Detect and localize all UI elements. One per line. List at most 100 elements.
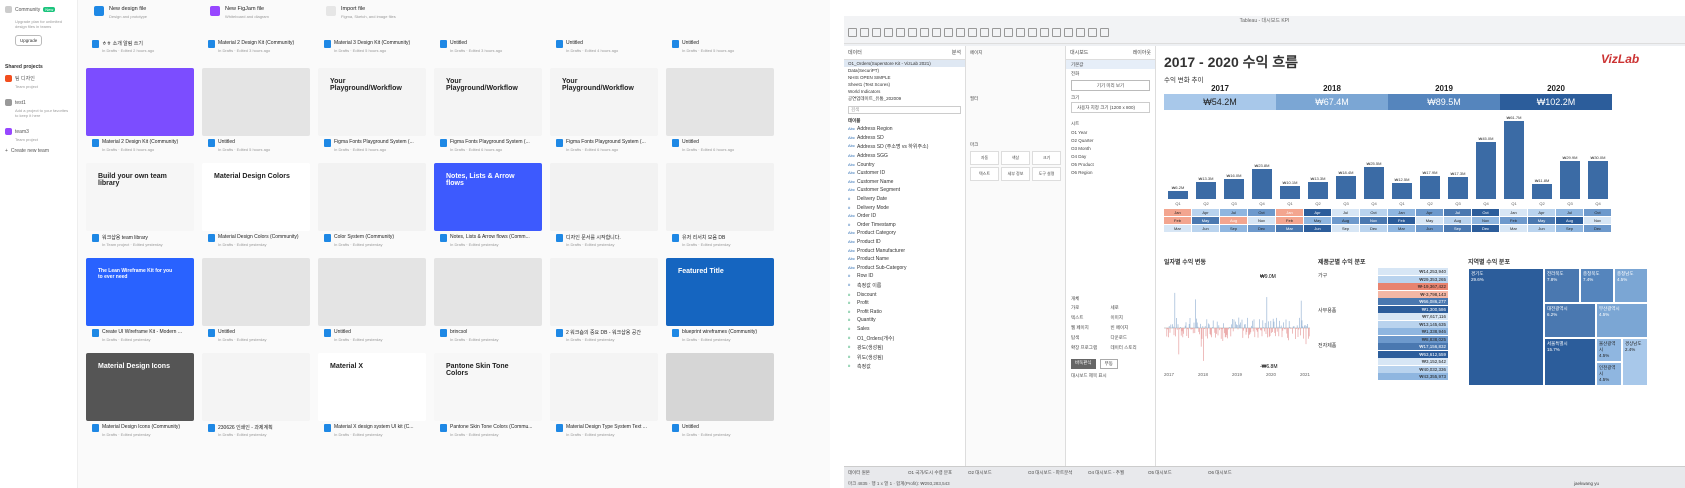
region-cell[interactable]: 경기도 29.6% — [1468, 268, 1544, 386]
month-cell[interactable]: Dec — [1248, 225, 1275, 232]
field-item[interactable]: Abc Address SGG — [844, 152, 965, 161]
pages-shelf[interactable]: 페이지 — [970, 50, 1061, 56]
product-value[interactable]: ₩3,152,542 — [1378, 358, 1448, 365]
field-item[interactable]: # Discount — [844, 290, 965, 299]
month-cell[interactable]: Aug — [1220, 217, 1247, 224]
month-cell[interactable]: Jul — [1220, 209, 1247, 216]
month-cell[interactable]: Jul — [1332, 209, 1359, 216]
field-item[interactable]: # Quantity — [844, 316, 965, 325]
month-cell[interactable]: May — [1416, 217, 1443, 224]
toolbar-icon[interactable] — [908, 28, 917, 37]
field-item[interactable]: Abc Customer Name — [844, 178, 965, 187]
region-cell[interactable]: 충청남도 4.5% — [1614, 268, 1648, 303]
month-cell[interactable]: Oct — [1472, 209, 1499, 216]
field-item[interactable]: Abc Address SD (주소명 vs 하위주소) — [844, 142, 965, 152]
toolbar-icon[interactable] — [1088, 28, 1097, 37]
month-cell[interactable]: Jan — [1164, 209, 1191, 216]
datasource-item[interactable]: Sheet1 (Test Scores) — [844, 81, 965, 88]
product-value[interactable]: ₩63,612,559 — [1378, 350, 1448, 358]
toolbar-icon[interactable] — [896, 28, 905, 37]
field-item[interactable]: # Delivery Mode — [844, 203, 965, 212]
toolbar-icon[interactable] — [932, 28, 941, 37]
tab-layout[interactable]: 레이아웃 — [1133, 49, 1151, 56]
sheet-item[interactable]: O6 Region — [1066, 168, 1155, 176]
file-card[interactable]: Material Design Colors Material Design Co… — [202, 163, 310, 255]
month-cell[interactable]: Oct — [1584, 209, 1611, 216]
kpi-value[interactable]: ₩67.4M — [1276, 94, 1388, 110]
toolbar-icon[interactable] — [860, 28, 869, 37]
object-item[interactable]: 세로 — [1111, 303, 1151, 313]
object-item[interactable]: 탐색 — [1071, 333, 1111, 343]
sidebar-community[interactable]: Community New — [5, 6, 72, 13]
kpi-value[interactable]: ₩102.2M — [1500, 94, 1612, 110]
field-item[interactable]: Abc Order ID — [844, 212, 965, 221]
month-cell[interactable]: Aug — [1332, 217, 1359, 224]
month-cell[interactable]: Aug — [1444, 217, 1471, 224]
revenue-bar[interactable] — [1392, 183, 1412, 199]
month-cell[interactable]: Apr — [1416, 209, 1443, 216]
field-item[interactable]: Abc Product Category — [844, 229, 965, 238]
month-cell[interactable]: Jan — [1276, 209, 1303, 216]
tab-data[interactable]: 데이터 — [848, 49, 862, 56]
month-cell[interactable]: Jun — [1528, 225, 1555, 232]
file-card[interactable]: Untitled In Drafts · Edited 6 hours ago — [666, 68, 774, 160]
month-cell[interactable]: Sep — [1444, 225, 1471, 232]
region-cell[interactable]: 전라북도 7.8% — [1544, 268, 1580, 303]
month-cell[interactable]: Jul — [1556, 209, 1583, 216]
file-card[interactable]: Pantone Skin Tone Colors Pantone Skin Ton… — [434, 353, 542, 445]
month-cell[interactable]: Oct — [1248, 209, 1275, 216]
revenue-bar[interactable] — [1504, 121, 1524, 199]
datasource-item[interactable]: World Indicators — [844, 88, 965, 95]
field-item[interactable]: Abc Product Sub-Category — [844, 264, 965, 273]
field-item[interactable]: Abc Product Manufacturer — [844, 246, 965, 255]
file-card[interactable]: Your Playground/Workflow Figma Fonts Play… — [550, 68, 658, 160]
month-cell[interactable]: Nov — [1248, 217, 1275, 224]
file-card[interactable]: Your Playground/Workflow Figma Fonts Play… — [434, 68, 542, 160]
month-cell[interactable]: Jul — [1444, 209, 1471, 216]
datasource-item[interactable]: 공연업데이트_유통_202009 — [844, 95, 965, 103]
tab-analytics[interactable]: 분석 — [952, 49, 961, 56]
kpi-value[interactable]: ₩54.2M — [1164, 94, 1276, 110]
field-item[interactable]: Abc Product ID — [844, 238, 965, 247]
upgrade-button[interactable]: Upgrade — [15, 35, 43, 46]
toolbar-icon[interactable] — [1076, 28, 1085, 37]
toolbar-icon[interactable] — [848, 28, 857, 37]
month-cell[interactable]: Feb — [1500, 217, 1527, 224]
file-card[interactable]: 디자인 문서를 시작합니다. In Drafts · Edited yesterd… — [550, 163, 658, 255]
field-item[interactable]: # Profit — [844, 299, 965, 308]
field-item[interactable]: Abc Customer Segment — [844, 186, 965, 195]
new-file-2[interactable]: Import file Figma, Sketch, and image file… — [326, 6, 431, 42]
month-cell[interactable]: May — [1304, 217, 1331, 224]
file-card[interactable]: 2 워크숍의 중요 DB - 워크샵용 공간 In Drafts · Edited… — [550, 258, 658, 350]
product-value[interactable]: ₩8,838,025 — [1378, 335, 1448, 343]
region-cell[interactable]: 인천광역시 4.5% — [1596, 362, 1622, 386]
device-default[interactable]: 기본값 — [1066, 60, 1155, 69]
mark-button[interactable]: 도구 설명 — [1032, 167, 1061, 181]
region-cell[interactable]: 울산광역시 4.5% — [1596, 338, 1622, 362]
region-cell[interactable]: 경상남도 2.4% — [1622, 338, 1648, 386]
file-title[interactable]: Untitled — [566, 40, 658, 46]
marks-card[interactable]: 마크 — [970, 142, 1061, 148]
sheet-item[interactable]: O4 Day — [1066, 152, 1155, 160]
file-title[interactable]: Untitled — [450, 40, 542, 46]
create-team[interactable]: + Create new team — [5, 148, 72, 154]
sheet-tab[interactable]: O6 대시보드 — [1208, 470, 1232, 476]
toolbar-icon[interactable] — [1100, 28, 1109, 37]
tab-dashboard[interactable]: 대시보드 — [1070, 49, 1088, 56]
month-cell[interactable]: Sep — [1332, 225, 1359, 232]
field-item[interactable]: # 위도(생성됨) — [844, 352, 965, 362]
file-card[interactable]: Your Playground/Workflow Figma Fonts Play… — [318, 68, 426, 160]
sheet-tab[interactable]: O3 대시보드 - 파트분석 — [1028, 470, 1072, 476]
product-value[interactable]: ₩40,032,336 — [1378, 365, 1448, 373]
product-value[interactable]: ₩-19,367,422 — [1378, 283, 1448, 290]
toolbar-icon[interactable] — [980, 28, 989, 37]
toolbar-icon[interactable] — [920, 28, 929, 37]
sheet-tab[interactable]: O4 대시보드 - 추월 — [1088, 470, 1124, 476]
field-item[interactable]: Abc Address SD — [844, 134, 965, 143]
product-value[interactable]: ₩-3,798,143 — [1378, 290, 1448, 298]
revenue-bar[interactable] — [1308, 182, 1328, 199]
revenue-bar[interactable] — [1532, 184, 1552, 199]
month-cell[interactable]: Aug — [1556, 217, 1583, 224]
datasource-item[interactable]: Data(SecuriPT) — [844, 67, 965, 74]
product-value[interactable]: ₩43,355,973 — [1378, 373, 1448, 380]
